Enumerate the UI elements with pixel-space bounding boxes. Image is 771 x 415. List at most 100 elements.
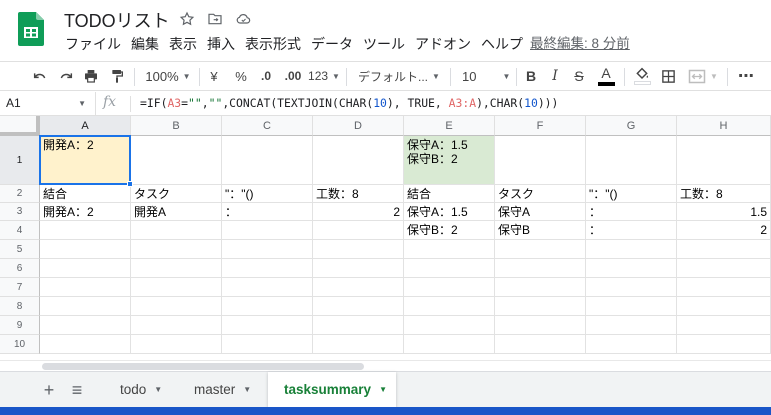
cell-e10[interactable] bbox=[404, 335, 495, 354]
star-icon[interactable] bbox=[178, 10, 196, 28]
move-to-folder-icon[interactable] bbox=[206, 10, 224, 28]
cell-h8[interactable] bbox=[677, 297, 771, 316]
italic-button[interactable]: I bbox=[544, 62, 566, 90]
decrease-decimal-button[interactable]: .0 bbox=[254, 62, 278, 90]
column-header-h[interactable]: H bbox=[677, 116, 771, 136]
cell-c8[interactable] bbox=[222, 297, 313, 316]
column-header-c[interactable]: C bbox=[222, 116, 313, 136]
row-header-2[interactable]: 2 bbox=[0, 185, 40, 203]
cell-d6[interactable] bbox=[313, 259, 404, 278]
menu-addons[interactable]: アドオン bbox=[410, 35, 476, 53]
row-header-9[interactable]: 9 bbox=[0, 316, 40, 335]
cell-f8[interactable] bbox=[495, 297, 586, 316]
currency-button[interactable]: ¥ bbox=[203, 62, 225, 90]
cell-f9[interactable] bbox=[495, 316, 586, 335]
cell-a5[interactable] bbox=[40, 240, 131, 259]
row-header-5[interactable]: 5 bbox=[0, 240, 40, 259]
menu-insert[interactable]: 挿入 bbox=[202, 35, 240, 53]
font-family-select[interactable]: デフォルト... ▼ bbox=[352, 62, 444, 90]
cell-e4[interactable]: 保守B：2 bbox=[404, 221, 495, 240]
cell-a7[interactable] bbox=[40, 278, 131, 297]
last-edit-link[interactable]: 最終編集: 8 分前 bbox=[530, 35, 630, 53]
cell-a9[interactable] bbox=[40, 316, 131, 335]
cell-b9[interactable] bbox=[131, 316, 222, 335]
cell-h5[interactable] bbox=[677, 240, 771, 259]
cell-d5[interactable] bbox=[313, 240, 404, 259]
column-header-b[interactable]: B bbox=[131, 116, 222, 136]
cell-g8[interactable] bbox=[586, 297, 677, 316]
horizontal-scrollbar[interactable] bbox=[0, 360, 771, 371]
cell-c1[interactable] bbox=[222, 136, 313, 185]
cell-b8[interactable] bbox=[131, 297, 222, 316]
more-options-icon[interactable]: ⋯ bbox=[734, 62, 758, 90]
cell-a8[interactable] bbox=[40, 297, 131, 316]
cell-b4[interactable] bbox=[131, 221, 222, 240]
cell-d7[interactable] bbox=[313, 278, 404, 297]
cell-a3[interactable]: 開発A：2 bbox=[40, 203, 131, 221]
cell-g6[interactable] bbox=[586, 259, 677, 278]
font-size-select[interactable]: 10 ▼ bbox=[456, 62, 512, 90]
merge-cells-icon[interactable]: ▼ bbox=[684, 62, 722, 90]
row-header-8[interactable]: 8 bbox=[0, 297, 40, 316]
menu-data[interactable]: データ bbox=[306, 35, 358, 53]
cell-a2[interactable]: 結合 bbox=[40, 185, 131, 203]
print-icon[interactable] bbox=[79, 62, 103, 90]
cell-f10[interactable] bbox=[495, 335, 586, 354]
menu-view[interactable]: 表示 bbox=[164, 35, 202, 53]
sheets-logo-icon[interactable] bbox=[18, 12, 44, 46]
cell-h10[interactable] bbox=[677, 335, 771, 354]
paint-format-icon[interactable] bbox=[105, 62, 129, 90]
column-header-a[interactable]: A bbox=[40, 116, 131, 136]
name-box[interactable]: A1 ▼ bbox=[0, 92, 96, 115]
cell-b3[interactable]: 開発A bbox=[131, 203, 222, 221]
cell-g9[interactable] bbox=[586, 316, 677, 335]
menu-tools[interactable]: ツール bbox=[358, 35, 410, 53]
cell-h2[interactable]: 工数：8 bbox=[677, 185, 771, 203]
cell-d3[interactable]: 2 bbox=[313, 203, 404, 221]
add-sheet-icon[interactable]: + bbox=[38, 379, 60, 401]
cell-h9[interactable] bbox=[677, 316, 771, 335]
column-header-d[interactable]: D bbox=[313, 116, 404, 136]
all-sheets-icon[interactable]: ≡ bbox=[66, 379, 88, 401]
cell-b1[interactable] bbox=[131, 136, 222, 185]
cell-c7[interactable] bbox=[222, 278, 313, 297]
bold-button[interactable]: B bbox=[520, 62, 542, 90]
select-all-corner[interactable] bbox=[0, 116, 40, 136]
spreadsheet-grid[interactable]: A B C D E F G H 1 2 3 4 5 6 7 8 9 10 開発A：2 保守A：1.5 保守B：2 結合タ… bbox=[0, 116, 771, 360]
redo-icon[interactable] bbox=[54, 62, 78, 90]
cell-b7[interactable] bbox=[131, 278, 222, 297]
cell-f6[interactable] bbox=[495, 259, 586, 278]
cell-f5[interactable] bbox=[495, 240, 586, 259]
cell-h3[interactable]: 1.5 bbox=[677, 203, 771, 221]
cell-e6[interactable] bbox=[404, 259, 495, 278]
menu-format[interactable]: 表示形式 bbox=[240, 35, 306, 53]
cell-e7[interactable] bbox=[404, 278, 495, 297]
cell-h4[interactable]: 2 bbox=[677, 221, 771, 240]
cell-f1[interactable] bbox=[495, 136, 586, 185]
percent-button[interactable]: % bbox=[230, 62, 252, 90]
zoom-select[interactable]: 100% ▼ bbox=[140, 62, 196, 90]
cell-c5[interactable] bbox=[222, 240, 313, 259]
sheet-tab-tasksummary[interactable]: tasksummary ▼ bbox=[268, 372, 396, 407]
cell-a6[interactable] bbox=[40, 259, 131, 278]
sheet-tab-master[interactable]: master ▼ bbox=[188, 372, 257, 407]
cell-c4[interactable] bbox=[222, 221, 313, 240]
cell-g7[interactable] bbox=[586, 278, 677, 297]
cell-e5[interactable] bbox=[404, 240, 495, 259]
document-title[interactable]: TODOリスト bbox=[64, 7, 170, 33]
cell-b10[interactable] bbox=[131, 335, 222, 354]
cell-g2[interactable]: "："() bbox=[586, 185, 677, 203]
cell-g1[interactable] bbox=[586, 136, 677, 185]
cell-a4[interactable] bbox=[40, 221, 131, 240]
cell-h1[interactable] bbox=[677, 136, 771, 185]
cell-c2[interactable]: "："() bbox=[222, 185, 313, 203]
cell-e1[interactable]: 保守A：1.5 保守B：2 bbox=[404, 136, 495, 185]
row-header-4[interactable]: 4 bbox=[0, 221, 40, 240]
more-formats-button[interactable]: 123 ▼ bbox=[308, 62, 340, 90]
cell-c3[interactable]: ： bbox=[222, 203, 313, 221]
menu-help[interactable]: ヘルプ bbox=[476, 35, 528, 53]
cell-f3[interactable]: 保守A bbox=[495, 203, 586, 221]
cell-a1[interactable]: 開発A：2 bbox=[40, 136, 131, 185]
cloud-status-icon[interactable] bbox=[234, 10, 252, 28]
column-header-g[interactable]: G bbox=[586, 116, 677, 136]
